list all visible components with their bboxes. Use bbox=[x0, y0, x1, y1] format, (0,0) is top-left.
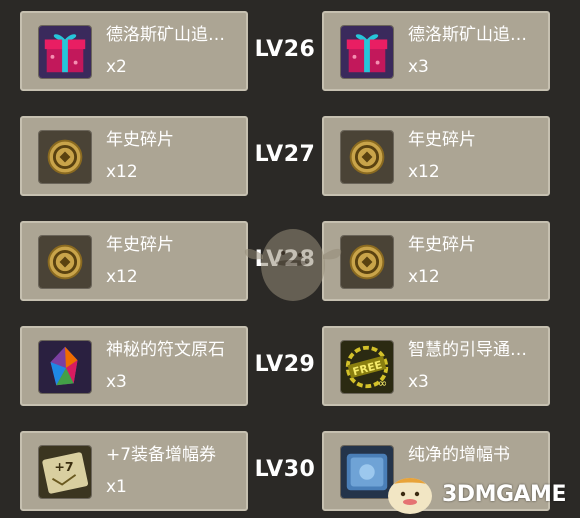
gift-box-icon bbox=[38, 25, 92, 79]
reward-card-left[interactable]: 德洛斯矿山追… x2 bbox=[20, 11, 248, 91]
item-name: 神秘的符文原石 bbox=[106, 340, 225, 360]
item-quantity: x3 bbox=[408, 372, 429, 392]
coin-icon bbox=[340, 130, 394, 184]
reward-row-lv27: 年史碎片 x12 LV27 年史碎片 x12 bbox=[0, 116, 580, 196]
level-label: LV30 bbox=[254, 457, 316, 482]
coin-icon bbox=[38, 130, 92, 184]
item-quantity: x12 bbox=[106, 162, 138, 182]
reward-card-right[interactable]: 德洛斯矿山追… x3 bbox=[322, 11, 550, 91]
item-quantity: x12 bbox=[106, 267, 138, 287]
gift-box-icon bbox=[340, 25, 394, 79]
item-name: 德洛斯矿山追… bbox=[408, 25, 527, 45]
item-quantity: x1 bbox=[106, 477, 127, 497]
level-label: LV26 bbox=[254, 37, 316, 62]
free-pass-icon: FREE ∞ bbox=[340, 340, 394, 394]
rune-stone-icon bbox=[38, 340, 92, 394]
reward-card-left[interactable]: 年史碎片 x12 bbox=[20, 116, 248, 196]
item-name: 年史碎片 bbox=[106, 235, 174, 255]
item-quantity: x2 bbox=[106, 57, 127, 77]
item-quantity: x3 bbox=[408, 57, 429, 77]
svg-text:∞: ∞ bbox=[378, 376, 388, 390]
coin-icon bbox=[340, 235, 394, 289]
item-name: +7装备增幅券 bbox=[106, 445, 217, 465]
item-name: 年史碎片 bbox=[106, 130, 174, 150]
item-name: 纯净的增幅书 bbox=[408, 445, 510, 465]
item-name: 德洛斯矿山追… bbox=[106, 25, 225, 45]
watermark-text: 3DMGAME bbox=[442, 482, 566, 507]
reward-card-right[interactable]: FREE ∞ 智慧的引导通… x3 bbox=[322, 326, 550, 406]
reward-row-lv29: 神秘的符文原石 x3 LV29 FREE ∞ 智慧的引导通… x3 bbox=[0, 326, 580, 406]
reward-card-left[interactable]: 年史碎片 x12 bbox=[20, 221, 248, 301]
watermark-logo: 3DMGAME bbox=[380, 470, 580, 518]
reward-row-lv26: 德洛斯矿山追… x2 LV26 德洛斯矿山追… x3 bbox=[0, 11, 580, 91]
item-quantity: x3 bbox=[106, 372, 127, 392]
reward-card-left[interactable]: +7 +7装备增幅券 x1 bbox=[20, 431, 248, 511]
reward-card-left[interactable]: 神秘的符文原石 x3 bbox=[20, 326, 248, 406]
mascot-overlay-icon bbox=[238, 215, 348, 305]
level-label: LV27 bbox=[254, 142, 316, 167]
plus7-ticket-icon: +7 bbox=[38, 445, 92, 499]
item-quantity: x12 bbox=[408, 162, 440, 182]
coin-icon bbox=[38, 235, 92, 289]
watermark-mascot-icon bbox=[388, 478, 432, 514]
item-name: 年史碎片 bbox=[408, 130, 476, 150]
svg-text:+7: +7 bbox=[54, 459, 73, 474]
reward-card-right[interactable]: 年史碎片 x12 bbox=[322, 221, 550, 301]
item-name: 年史碎片 bbox=[408, 235, 476, 255]
reward-card-right[interactable]: 年史碎片 x12 bbox=[322, 116, 550, 196]
item-name: 智慧的引导通… bbox=[408, 340, 527, 360]
item-quantity: x12 bbox=[408, 267, 440, 287]
level-label: LV29 bbox=[254, 352, 316, 377]
